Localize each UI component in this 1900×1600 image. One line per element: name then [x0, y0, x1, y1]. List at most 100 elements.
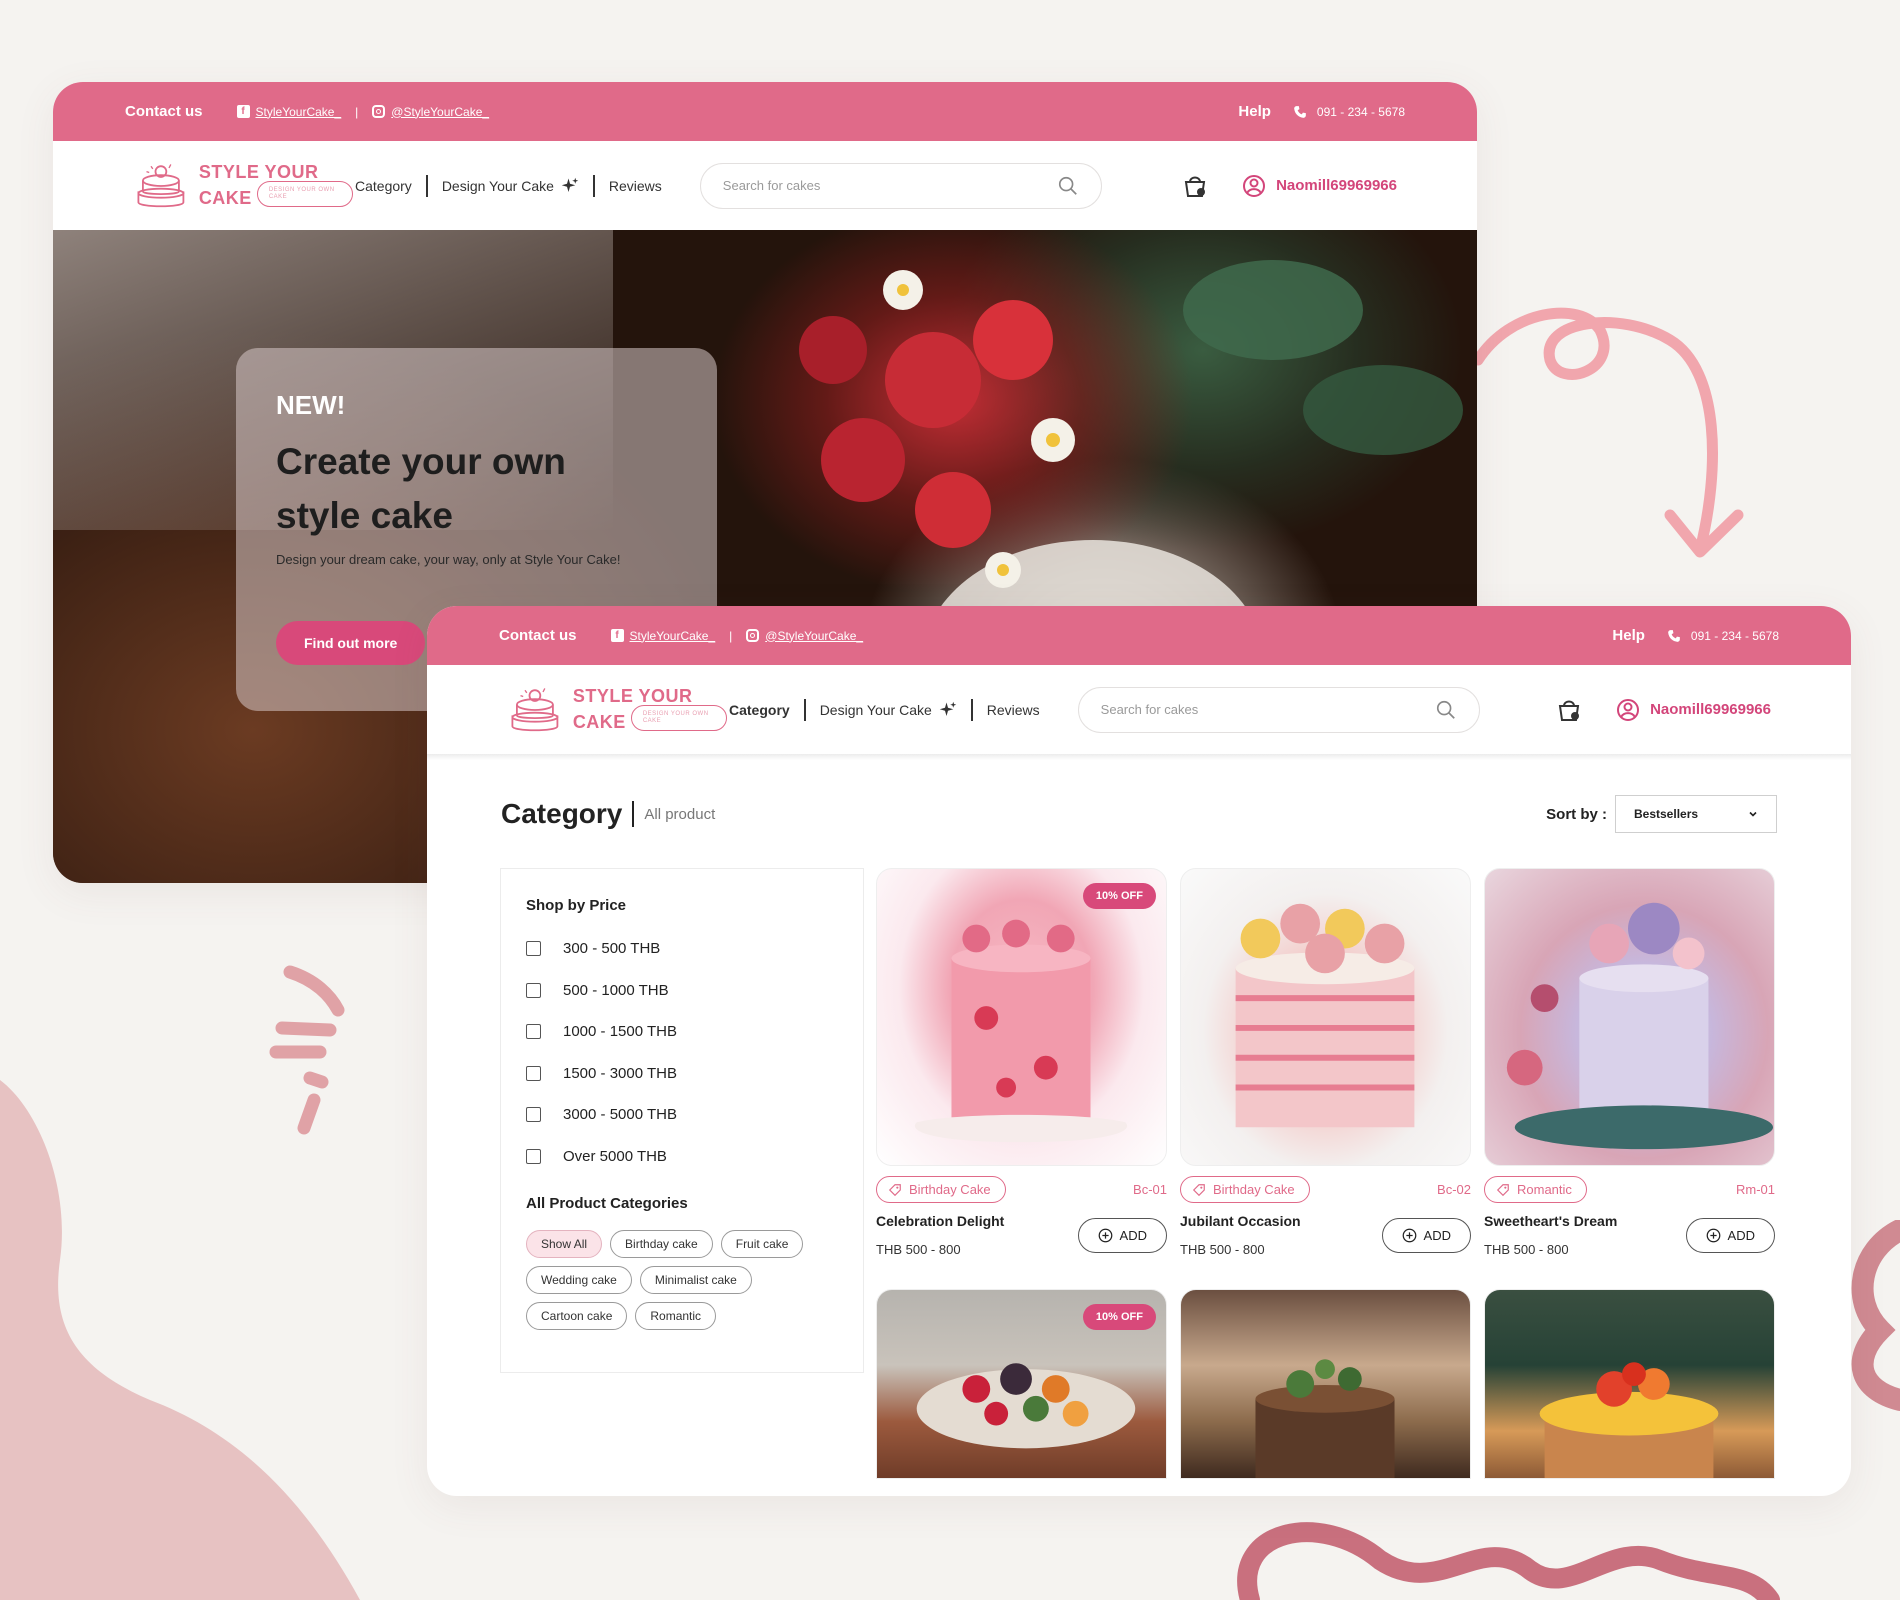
product-image[interactable] [1484, 868, 1775, 1166]
user-account[interactable]: Naomill69969966 [1616, 698, 1771, 722]
phone-number: 091 - 234 - 5678 [1667, 629, 1779, 643]
product-card[interactable] [1484, 1289, 1775, 1479]
sort-select[interactable]: Bestsellers [1615, 795, 1777, 833]
help-link[interactable]: Help [1238, 103, 1271, 120]
checkbox[interactable] [526, 1148, 541, 1164]
category-chips: Show All Birthday cake Fruit cake Weddin… [526, 1230, 826, 1330]
logo-line-2: CAKE [198, 187, 252, 208]
product-code: Bc-01 [1133, 1182, 1167, 1197]
separator: | [729, 628, 733, 643]
cake-illustration [1506, 902, 1774, 1150]
cart-icon[interactable] [1556, 697, 1582, 723]
checkbox[interactable] [526, 1065, 541, 1081]
nav-reviews[interactable]: Reviews [609, 178, 662, 194]
user-account[interactable]: Naomill69969966 [1242, 174, 1397, 198]
contact-us-link[interactable]: Contact us [499, 627, 577, 644]
nav-design-your-cake[interactable]: Design Your Cake [820, 701, 957, 719]
tag-icon [888, 1183, 901, 1196]
facebook-handle: StyleYourCake_ [629, 628, 716, 643]
contact-us-link[interactable]: Contact us [125, 103, 203, 120]
instagram-icon [372, 105, 386, 118]
price-option[interactable]: Over 5000 THB [526, 1136, 838, 1178]
cake-illustration [1539, 1362, 1719, 1478]
checkbox[interactable] [526, 1024, 541, 1040]
logo[interactable]: STYLE YOUR CAKE DESIGN YOUR OWN CAKE [507, 682, 727, 738]
search-placeholder: Search for cakes [722, 178, 821, 193]
categories-title: All Product Categories [526, 1195, 688, 1212]
product-image[interactable] [1180, 1289, 1471, 1479]
checkbox[interactable] [526, 1107, 541, 1123]
checkbox[interactable] [526, 982, 541, 998]
plus-circle-icon [1098, 1228, 1112, 1242]
product-card[interactable]: 10% OFF [876, 1289, 1167, 1479]
facebook-handle: StyleYourCake_ [255, 104, 342, 119]
help-link[interactable]: Help [1612, 627, 1645, 644]
chip-minimalist-cake[interactable]: Minimalist cake [639, 1266, 752, 1294]
product-code: Bc-02 [1437, 1182, 1471, 1197]
price-option[interactable]: 300 - 500 THB [526, 928, 838, 970]
username: Naomill69969966 [1650, 701, 1771, 718]
facebook-link[interactable]: f StyleYourCake_ [236, 104, 342, 119]
search-icon[interactable] [1435, 699, 1457, 721]
logo[interactable]: STYLE YOUR CAKE DESIGN YOUR OWN CAKE [133, 158, 353, 214]
chip-cartoon-cake[interactable]: Cartoon cake [526, 1302, 628, 1330]
instagram-link[interactable]: @StyleYourCake_ [746, 629, 863, 643]
cart-icon[interactable] [1182, 173, 1208, 199]
chip-wedding-cake[interactable]: Wedding cake [526, 1266, 632, 1294]
add-to-cart-button[interactable]: ADD [1381, 1217, 1471, 1253]
instagram-icon [746, 629, 760, 642]
main-menu: Category Design Your Cake Reviews [729, 698, 1040, 721]
find-out-more-button[interactable]: Find out more [276, 621, 426, 666]
product-image[interactable]: 10% OFF [876, 1289, 1167, 1479]
product-card[interactable]: 10% OFF Birthday Cake Bc-01 Celebration … [876, 868, 1167, 1257]
nav-category[interactable]: Category [729, 702, 790, 718]
price-option[interactable]: 3000 - 5000 THB [526, 1094, 838, 1136]
product-image[interactable] [1484, 1289, 1775, 1479]
product-tag[interactable]: Birthday Cake [1180, 1176, 1310, 1203]
search-icon[interactable] [1057, 175, 1079, 197]
cake-illustration [1255, 1359, 1395, 1478]
price-option[interactable]: 500 - 1000 THB [526, 970, 838, 1012]
instagram-link[interactable]: @StyleYourCake_ [372, 105, 489, 119]
search-placeholder: Search for cakes [1100, 702, 1199, 717]
tag-icon [1192, 1183, 1205, 1196]
add-to-cart-button[interactable]: ADD [1077, 1217, 1167, 1253]
decorative-arrow [1472, 307, 1744, 558]
price-option[interactable]: 1500 - 3000 THB [526, 1053, 838, 1095]
chip-fruit-cake[interactable]: Fruit cake [720, 1230, 804, 1258]
navbar: STYLE YOUR CAKE DESIGN YOUR OWN CAKE Cate… [427, 665, 1851, 754]
product-card[interactable]: Romantic Rm-01 Sweetheart's Dream THB 50… [1484, 868, 1775, 1257]
product-tag[interactable]: Birthday Cake [876, 1176, 1006, 1203]
product-card[interactable]: Birthday Cake Bc-02 Jubilant Occasion TH… [1180, 868, 1471, 1257]
instagram-handle: @StyleYourCake_ [391, 104, 490, 119]
sparkle-icon [939, 701, 957, 716]
price-option[interactable]: 1000 - 1500 THB [526, 1011, 838, 1053]
tag-icon [1496, 1183, 1509, 1196]
user-icon [1617, 698, 1640, 721]
product-tag[interactable]: Romantic [1484, 1176, 1587, 1203]
price-filter-title: Shop by Price [526, 897, 627, 914]
product-image[interactable] [1180, 868, 1471, 1166]
hero-subtitle: Design your dream cake, your way, only a… [276, 552, 621, 568]
nav-category[interactable]: Category [355, 178, 412, 194]
search-input[interactable]: Search for cakes [699, 162, 1102, 209]
checkbox[interactable] [526, 941, 541, 957]
cake-illustration [914, 919, 1128, 1143]
product-grid: 10% OFF Birthday Cake Bc-01 Celebration … [876, 868, 1775, 1479]
separator: | [355, 104, 359, 119]
logo-tagline: DESIGN YOUR OWN CAKE [256, 181, 353, 207]
search-input[interactable]: Search for cakes [1077, 686, 1480, 733]
product-image[interactable]: 10% OFF [876, 868, 1167, 1166]
product-card[interactable] [1180, 1289, 1471, 1479]
add-to-cart-button[interactable]: ADD [1685, 1217, 1775, 1253]
plus-circle-icon [1402, 1228, 1416, 1242]
hero-headline: Create your own style cake [276, 441, 566, 536]
chip-show-all[interactable]: Show All [526, 1230, 603, 1258]
product-name: Celebration Delight [876, 1213, 1005, 1229]
facebook-link[interactable]: f StyleYourCake_ [610, 628, 716, 643]
nav-reviews[interactable]: Reviews [987, 702, 1040, 718]
chip-birthday-cake[interactable]: Birthday cake [610, 1230, 713, 1258]
nav-design-your-cake[interactable]: Design Your Cake [442, 177, 579, 195]
product-price: THB 500 - 800 [1484, 1242, 1569, 1257]
chip-romantic[interactable]: Romantic [635, 1302, 717, 1330]
